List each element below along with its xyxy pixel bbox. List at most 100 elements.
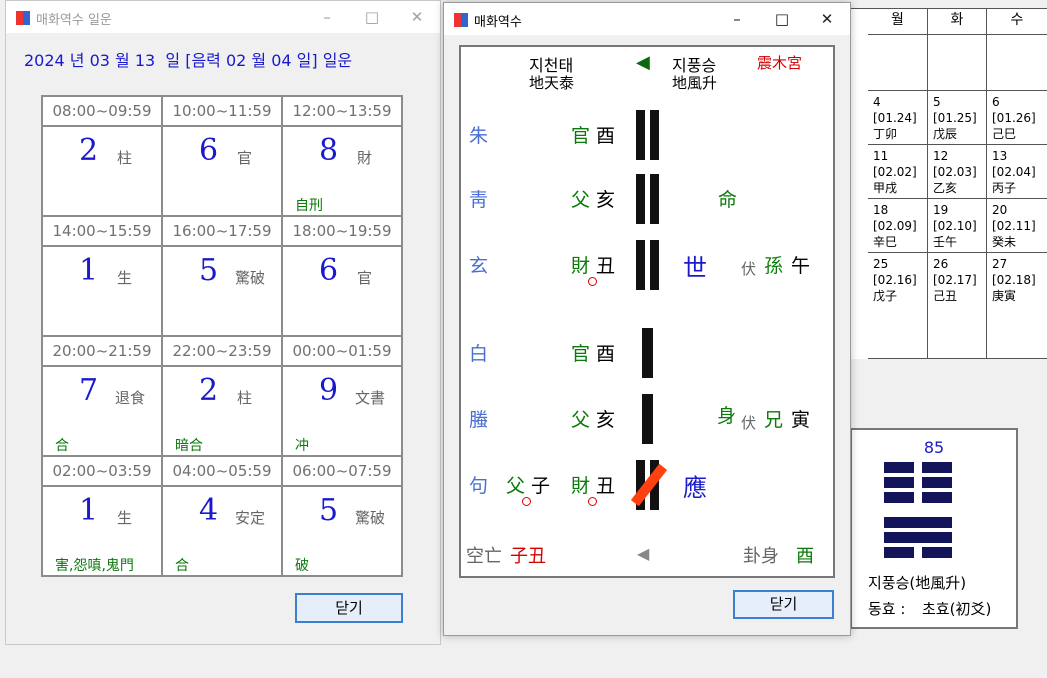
calendar-day-cell[interactable]: 13 [02.04] 丙子: [987, 145, 1047, 199]
calendar-empty-row: [868, 35, 928, 91]
calendar-day-cell[interactable]: 19 [02.10] 壬午: [928, 199, 987, 253]
daily-window-titlebar[interactable]: 매화역수 일운 – □ ✕: [6, 1, 440, 33]
time-slot-cell[interactable]: 22:00~23:59 2 柱暗合: [163, 337, 283, 457]
day-ganzhi: 丙子: [992, 181, 1017, 195]
day-number: 5: [933, 95, 941, 109]
hexagram-name: 지풍승(地風升): [868, 574, 967, 592]
hidden-relation: 孫: [764, 255, 784, 277]
slot-label: 驚破: [235, 269, 266, 287]
palace-label: 震木宮: [757, 54, 803, 72]
yin-line: [922, 547, 952, 558]
day-ganzhi: 甲戌: [873, 181, 898, 195]
calendar-day-cell[interactable]: 26 [02.17] 己丑: [928, 253, 987, 307]
slot-label: 生: [117, 269, 133, 287]
date-line: 2024 년 03 월 13 일 [음력 02 월 04 일] 일운: [24, 51, 353, 70]
time-slot-cell[interactable]: 02:00~03:59 1 生害,怨嗔,鬼門: [43, 457, 163, 577]
hidden-relation: 兄: [764, 409, 784, 431]
time-slot-cell[interactable]: 12:00~13:59 8 財自刑: [283, 97, 403, 217]
changed-hexagram-chinese: 地風升: [672, 74, 718, 92]
time-slot-cell[interactable]: 10:00~11:59 6 官: [163, 97, 283, 217]
day-number: 12: [933, 149, 949, 163]
earthly-branch: 亥: [596, 189, 616, 211]
close-icon[interactable]: ✕: [394, 1, 440, 33]
yang-line: [642, 394, 653, 444]
calendar-empty-row: [928, 35, 987, 91]
slot-note: 合: [175, 558, 189, 574]
time-slot-cell[interactable]: 20:00~21:59 7 退食合: [43, 337, 163, 457]
time-slot-cell[interactable]: 14:00~15:59 1 生: [43, 217, 163, 337]
time-grid: 08:00~09:59 2 柱 10:00~11:59 6 官 12:00~13:59 8 財自…: [41, 95, 403, 577]
hexagram-number: 85: [923, 438, 945, 457]
moving-line-label: 동효 :: [868, 600, 906, 618]
calendar-day-cell[interactable]: 27 [02.18] 庚寅: [987, 253, 1047, 307]
time-range: 18:00~19:59: [283, 217, 401, 247]
hidden-branch: 寅: [791, 409, 811, 431]
slot-label: 驚破: [355, 509, 386, 527]
time-slot-cell[interactable]: 16:00~17:59 5 驚破: [163, 217, 283, 337]
six-relation: 財: [571, 255, 591, 277]
day-ganzhi: 辛巳: [873, 235, 898, 249]
hexagram-window-titlebar[interactable]: 매화역수 – □ ✕: [444, 3, 850, 35]
day-number: 11: [873, 149, 889, 163]
slot-label: 生: [117, 509, 133, 527]
slot-label: 文書: [355, 389, 386, 407]
calendar-day-cell[interactable]: 6 [01.26] 己巳: [987, 91, 1047, 145]
calendar-day-cell[interactable]: 20 [02.11] 癸未: [987, 199, 1047, 253]
lunar-date: [01.26]: [992, 111, 1036, 125]
day-ganzhi: 壬午: [933, 235, 958, 249]
hidden-branch: 子: [531, 475, 551, 497]
slot-label: 柱: [117, 149, 133, 167]
daily-fortune-window: 매화역수 일운 – □ ✕ 2024 년 03 월 13 일 [음력 02 월 …: [5, 0, 441, 645]
yang-line: [884, 517, 952, 528]
yang-line: [642, 328, 653, 378]
calendar-day-cell[interactable]: 11 [02.02] 甲戌: [868, 145, 928, 199]
time-slot-cell[interactable]: 18:00~19:59 6 官: [283, 217, 403, 337]
maximize-button[interactable]: □: [349, 1, 395, 33]
calendar-day-cell[interactable]: 4 [01.24] 丁卯: [868, 91, 928, 145]
daily-window-title: 매화역수 일운: [36, 13, 112, 28]
time-slot-cell[interactable]: 00:00~01:59 9 文書冲: [283, 337, 403, 457]
time-slot-cell[interactable]: 08:00~09:59 2 柱: [43, 97, 163, 217]
close-button[interactable]: 닫기: [733, 590, 834, 619]
six-relation: 父: [571, 409, 591, 431]
time-range: 22:00~23:59: [163, 337, 281, 367]
hidden-relation: 父: [506, 475, 526, 497]
calendar-day-cell[interactable]: 5 [01.25] 戊辰: [928, 91, 987, 145]
calendar-day-cell[interactable]: 18 [02.09] 辛巳: [868, 199, 928, 253]
earthly-branch: 亥: [596, 409, 616, 431]
slot-label: 柱: [237, 389, 253, 407]
slot-label: 財: [357, 149, 373, 167]
time-range: 10:00~11:59: [163, 97, 281, 127]
slot-number: 7: [79, 373, 99, 408]
spirit-animal: 朱: [469, 125, 489, 147]
time-range: 06:00~07:59: [283, 457, 401, 487]
close-icon[interactable]: ✕: [804, 3, 850, 35]
calendar-day-cell[interactable]: 25 [02.16] 戊子: [868, 253, 928, 307]
day-ganzhi: 己丑: [933, 289, 958, 303]
day-ganzhi: 戊辰: [933, 127, 958, 141]
void-value: 子丑: [510, 546, 546, 567]
slot-note: 害,怨嗔,鬼門: [55, 558, 134, 574]
day-number: 20: [992, 203, 1008, 217]
slot-note: 暗合: [175, 438, 203, 454]
spirit-animal: 螣: [469, 409, 489, 431]
hexagram-window-title: 매화역수: [474, 15, 522, 30]
original-hexagram-chinese: 地天泰: [529, 74, 575, 92]
app-icon: [16, 11, 30, 25]
close-button[interactable]: 닫기: [295, 593, 403, 623]
minimize-button[interactable]: –: [304, 1, 350, 33]
lunar-date: [02.04]: [992, 165, 1036, 179]
calendar-day-cell[interactable]: 12 [02.03] 乙亥: [928, 145, 987, 199]
day-number: 26: [933, 257, 949, 271]
bottom-arrow-icon: ◀: [637, 544, 650, 563]
moving-line-value: 초효(初爻): [922, 600, 992, 618]
slot-number: 2: [199, 373, 219, 408]
day-number: 18: [873, 203, 889, 217]
lunar-date: [02.03]: [933, 165, 977, 179]
maximize-button[interactable]: □: [759, 3, 805, 35]
six-relation: 財: [571, 475, 591, 497]
slot-label: 官: [357, 269, 373, 287]
time-slot-cell[interactable]: 04:00~05:59 4 安定合: [163, 457, 283, 577]
minimize-button[interactable]: –: [714, 3, 760, 35]
time-slot-cell[interactable]: 06:00~07:59 5 驚破破: [283, 457, 403, 577]
